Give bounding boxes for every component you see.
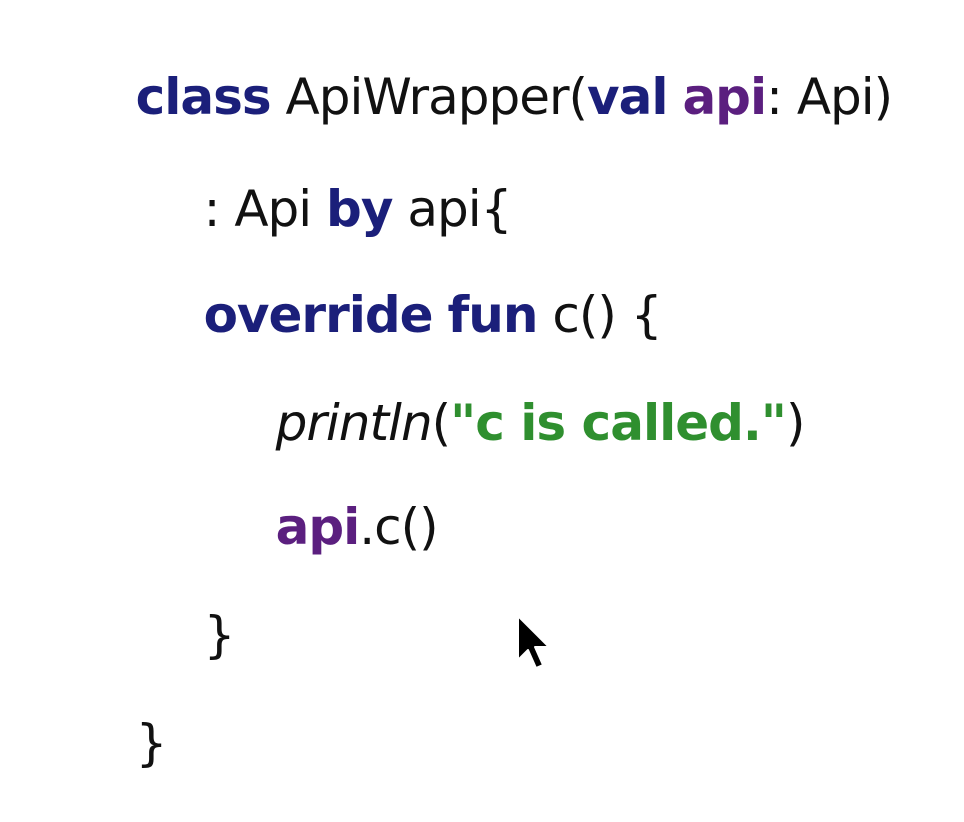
mouse-pointer-icon [516,614,556,674]
type-annotation: : Api) [766,68,893,126]
keyword-val: val [587,68,668,126]
function-signature: c() { [537,286,662,344]
code-editor: class ApiWrapper(val api: Api) : Api by … [0,0,964,768]
supertype-prefix: : Api [203,180,327,238]
open-paren: ( [431,394,451,452]
property-api: api [682,68,767,126]
closing-brace: } [135,714,168,772]
function-println: println [275,394,433,452]
keyword-by: by [326,180,393,238]
code-line-5: api.c() [216,452,439,602]
keyword-override: override [203,286,434,344]
keyword-fun: fun [447,286,539,344]
method-call: .c() [359,498,438,556]
string-literal: "c is called." [450,394,787,452]
closing-brace: } [203,606,236,664]
class-name: ApiWrapper( [270,68,589,126]
code-line-7: } [76,668,168,818]
delegate-target: api{ [392,180,512,238]
keyword-class: class [135,68,272,126]
close-paren: ) [785,394,805,452]
property-api: api [275,498,361,556]
